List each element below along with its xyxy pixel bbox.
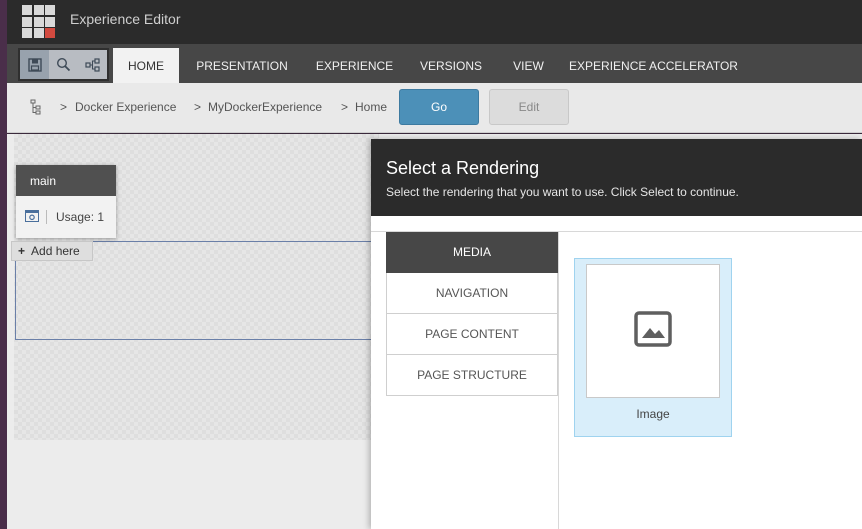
tab-experience-accelerator[interactable]: EXPERIENCE ACCELERATOR [567,48,740,83]
tab-view[interactable]: VIEW [501,48,556,83]
ribbon-bar: HOME PRESENTATION EXPERIENCE VERSIONS VI… [7,44,862,83]
tab-experience[interactable]: EXPERIENCE [307,48,402,83]
category-page-content[interactable]: PAGE CONTENT [386,314,558,355]
app-title: Experience Editor [70,11,181,27]
save-icon[interactable] [20,50,49,79]
tab-home[interactable]: HOME [113,48,179,83]
dialog-subtitle: Select the rendering that you want to us… [386,185,739,199]
rendering-thumbnail [586,264,720,398]
add-here-button[interactable]: + Add here [11,241,93,261]
usage-count: Usage: 1 [56,210,105,224]
top-bar: Experience Editor [7,0,862,44]
breadcrumb-separator: > [194,100,202,114]
breadcrumb-separator: > [60,100,68,114]
breadcrumb-item-home[interactable]: Home [355,100,387,114]
go-button[interactable]: Go [399,89,479,125]
dialog-title: Select a Rendering [386,158,540,178]
edit-button[interactable]: Edit [489,89,569,125]
rendering-label: Image [636,407,670,421]
dialog-body: MEDIA NAVIGATION PAGE CONTENT PAGE STRUC… [371,231,862,529]
quick-actions [18,48,109,81]
left-edge-strip [0,0,7,529]
divider [46,210,47,224]
select-rendering-dialog: Select a Rendering Select the rendering … [371,139,862,529]
image-icon [634,310,672,352]
rendering-tile-image[interactable]: Image [574,258,732,437]
tab-presentation[interactable]: PRESENTATION [187,48,297,83]
dialog-header: Select a Rendering Select the rendering … [371,139,862,216]
divider [558,232,559,529]
sitemap-icon[interactable] [78,50,107,79]
add-here-label: Add here [31,244,80,258]
category-navigation[interactable]: NAVIGATION [386,273,558,314]
category-page-structure[interactable]: PAGE STRUCTURE [386,355,558,396]
placeholder-name: main [16,165,116,196]
settings-icon[interactable] [25,209,39,225]
breadcrumb: > Docker Experience > MyDockerExperience… [7,83,862,133]
breadcrumb-item-mydockerexperience[interactable]: MyDockerExperience [208,100,322,114]
search-icon[interactable] [49,50,78,79]
placeholder-chrome[interactable]: main Usage: 1 [16,165,116,238]
app-logo-icon[interactable] [22,5,55,38]
category-list: MEDIA NAVIGATION PAGE CONTENT PAGE STRUC… [386,232,558,396]
breadcrumb-separator: > [341,100,349,114]
category-media[interactable]: MEDIA [386,232,558,273]
tree-icon[interactable] [30,99,42,120]
breadcrumb-item-docker-experience[interactable]: Docker Experience [75,100,176,114]
plus-icon: + [18,244,26,258]
tab-versions[interactable]: VERSIONS [412,48,490,83]
